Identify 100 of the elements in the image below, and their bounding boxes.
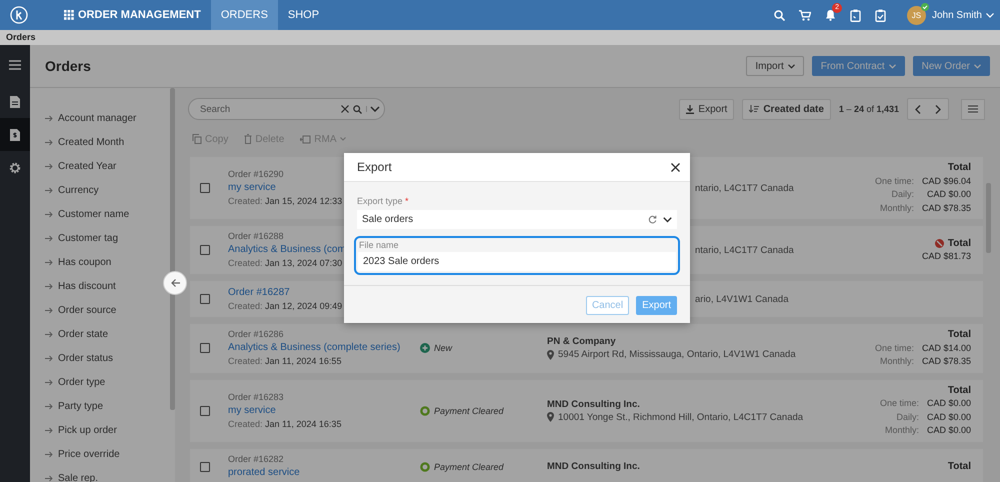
order-status: New — [420, 343, 547, 354]
caret-icon — [974, 64, 981, 68]
clipboard-check-icon[interactable] — [874, 8, 886, 22]
search-icon[interactable] — [774, 10, 785, 20]
order-title-link[interactable]: Order #16287 — [228, 285, 290, 300]
filter-item[interactable]: Order state — [45, 322, 108, 346]
customer-address: ario, L4V1W1 Canada — [695, 292, 788, 306]
checkbox[interactable] — [200, 294, 210, 304]
total-heading: Total — [934, 236, 971, 250]
filter-item[interactable]: Party type — [45, 394, 104, 418]
arrow-right-icon — [45, 426, 53, 434]
chevron-down-icon[interactable] — [663, 216, 672, 222]
filter-item[interactable]: Customer tag — [45, 226, 118, 250]
refresh-icon[interactable] — [648, 215, 657, 224]
arrow-right-icon — [45, 474, 53, 482]
export-button[interactable]: Export — [679, 98, 734, 120]
order-title-link[interactable]: prorated service — [228, 465, 300, 480]
filter-item[interactable]: Order source — [45, 298, 116, 322]
customer-name: MND Consulting Inc. — [547, 398, 641, 410]
close-button[interactable] — [671, 162, 680, 172]
filter-item[interactable]: Order status — [45, 346, 114, 370]
order-number: Order #16290 — [228, 168, 284, 180]
settings-icon — [9, 162, 21, 174]
sort-button[interactable]: Created date — [742, 98, 831, 120]
logo-icon[interactable] — [10, 6, 28, 24]
collapse-button[interactable] — [163, 271, 187, 295]
checkbox[interactable] — [200, 183, 210, 193]
chevron-right-icon — [935, 104, 941, 114]
filter-item[interactable]: Price override — [45, 442, 120, 466]
scrollbar[interactable] — [170, 88, 175, 410]
created-date: Created: Jan 11, 2024 16:55 — [228, 355, 342, 368]
order-title-link[interactable]: Analytics & Business (complete series) — [228, 340, 400, 356]
ring-icon — [420, 406, 430, 416]
created-date: Created: Jan 11, 2024 16:35 — [228, 418, 342, 430]
order-number: Order #16283 — [228, 390, 284, 402]
apps-grid-icon[interactable] — [64, 10, 74, 20]
arrow-right-icon — [45, 330, 53, 338]
customer-address: ntario, L4C1T7 Canada — [695, 182, 794, 194]
customer-address: ntario, L4C1T7 Canada — [695, 244, 794, 256]
total-label: Daily: — [891, 188, 914, 201]
user-name[interactable]: John Smith — [932, 10, 982, 20]
arrow-right-icon — [45, 162, 53, 170]
cart-icon[interactable] — [798, 10, 811, 20]
chevron-left-icon — [915, 104, 921, 114]
total-heading: Total — [948, 328, 971, 342]
filter-item[interactable]: Created Year — [45, 154, 116, 178]
plus-circle-icon — [420, 343, 430, 354]
order-number: Order #16286 — [228, 328, 284, 340]
search-field[interactable]: Search — [198, 102, 337, 116]
customer-address: 5945 Airport Rd, Mississauga, Ontario, L4V1W1 Canada — [558, 348, 796, 362]
side-nav-item[interactable] — [0, 118, 30, 151]
arrow-right-icon — [45, 402, 53, 410]
clipboard-icon[interactable] — [850, 8, 861, 22]
map-pin-icon — [547, 412, 554, 422]
filter-item[interactable]: Has discount — [45, 274, 116, 298]
order-title-link[interactable]: my service — [228, 402, 276, 418]
filter-item[interactable]: Customer name — [45, 202, 130, 226]
breadcrumb[interactable]: Orders — [6, 32, 36, 42]
nav-tab[interactable]: ORDERS — [210, 0, 278, 30]
order-number: Order #16288 — [228, 230, 284, 242]
chevron-down-icon[interactable] — [370, 106, 380, 112]
search-bar[interactable]: Search — [188, 98, 385, 120]
filter-item[interactable]: Created Month — [45, 130, 124, 154]
filter-item[interactable]: Pick up order — [45, 418, 117, 442]
order-number: Order #16282 — [228, 453, 284, 465]
filter-item[interactable]: Has coupon — [45, 250, 112, 274]
pagination-range: 1 – 24 of 1,431 — [838, 104, 899, 114]
total-label: Monthly: — [880, 355, 914, 368]
sort-icon — [749, 105, 760, 113]
total-label: One time: — [880, 397, 919, 410]
total-amount: CAD $0.00 — [926, 188, 971, 201]
copy-icon — [192, 134, 202, 144]
total-label: Monthly: — [880, 202, 914, 215]
scrollbar[interactable] — [986, 183, 991, 253]
dialog-title: Export — [357, 160, 392, 174]
filter-item[interactable]: Currency — [45, 178, 99, 202]
checkbox[interactable] — [200, 245, 210, 255]
filter-item[interactable]: Account manager — [45, 106, 136, 130]
checkbox[interactable] — [200, 343, 210, 354]
checkbox[interactable] — [200, 462, 210, 472]
total-amount: CAD $78.35 — [922, 202, 971, 214]
bell-icon[interactable] — [824, 9, 836, 21]
list-view-button[interactable] — [961, 98, 985, 120]
checkbox[interactable] — [200, 406, 210, 416]
page-title: Orders — [45, 58, 92, 74]
clear-icon[interactable] — [341, 105, 349, 113]
order-title-link[interactable]: my service — [228, 180, 276, 195]
ring-icon — [420, 462, 430, 472]
arrow-right-icon — [45, 114, 53, 122]
import-button[interactable]: Import — [746, 56, 804, 76]
total-amount: CAD $14.00 — [922, 342, 971, 354]
check-icon — [920, 2, 929, 10]
total-label: Daily: — [896, 410, 919, 424]
map-pin-icon — [547, 350, 554, 360]
export-type-dropdown[interactable]: Sale orders — [357, 210, 677, 229]
file-name-field[interactable]: File name 2023 Sale orders — [354, 236, 680, 275]
invoice-icon — [10, 128, 20, 140]
filter-item[interactable]: Order type — [45, 370, 106, 394]
nav-tab[interactable]: SHOP — [278, 0, 330, 30]
search-icon[interactable] — [353, 104, 362, 114]
